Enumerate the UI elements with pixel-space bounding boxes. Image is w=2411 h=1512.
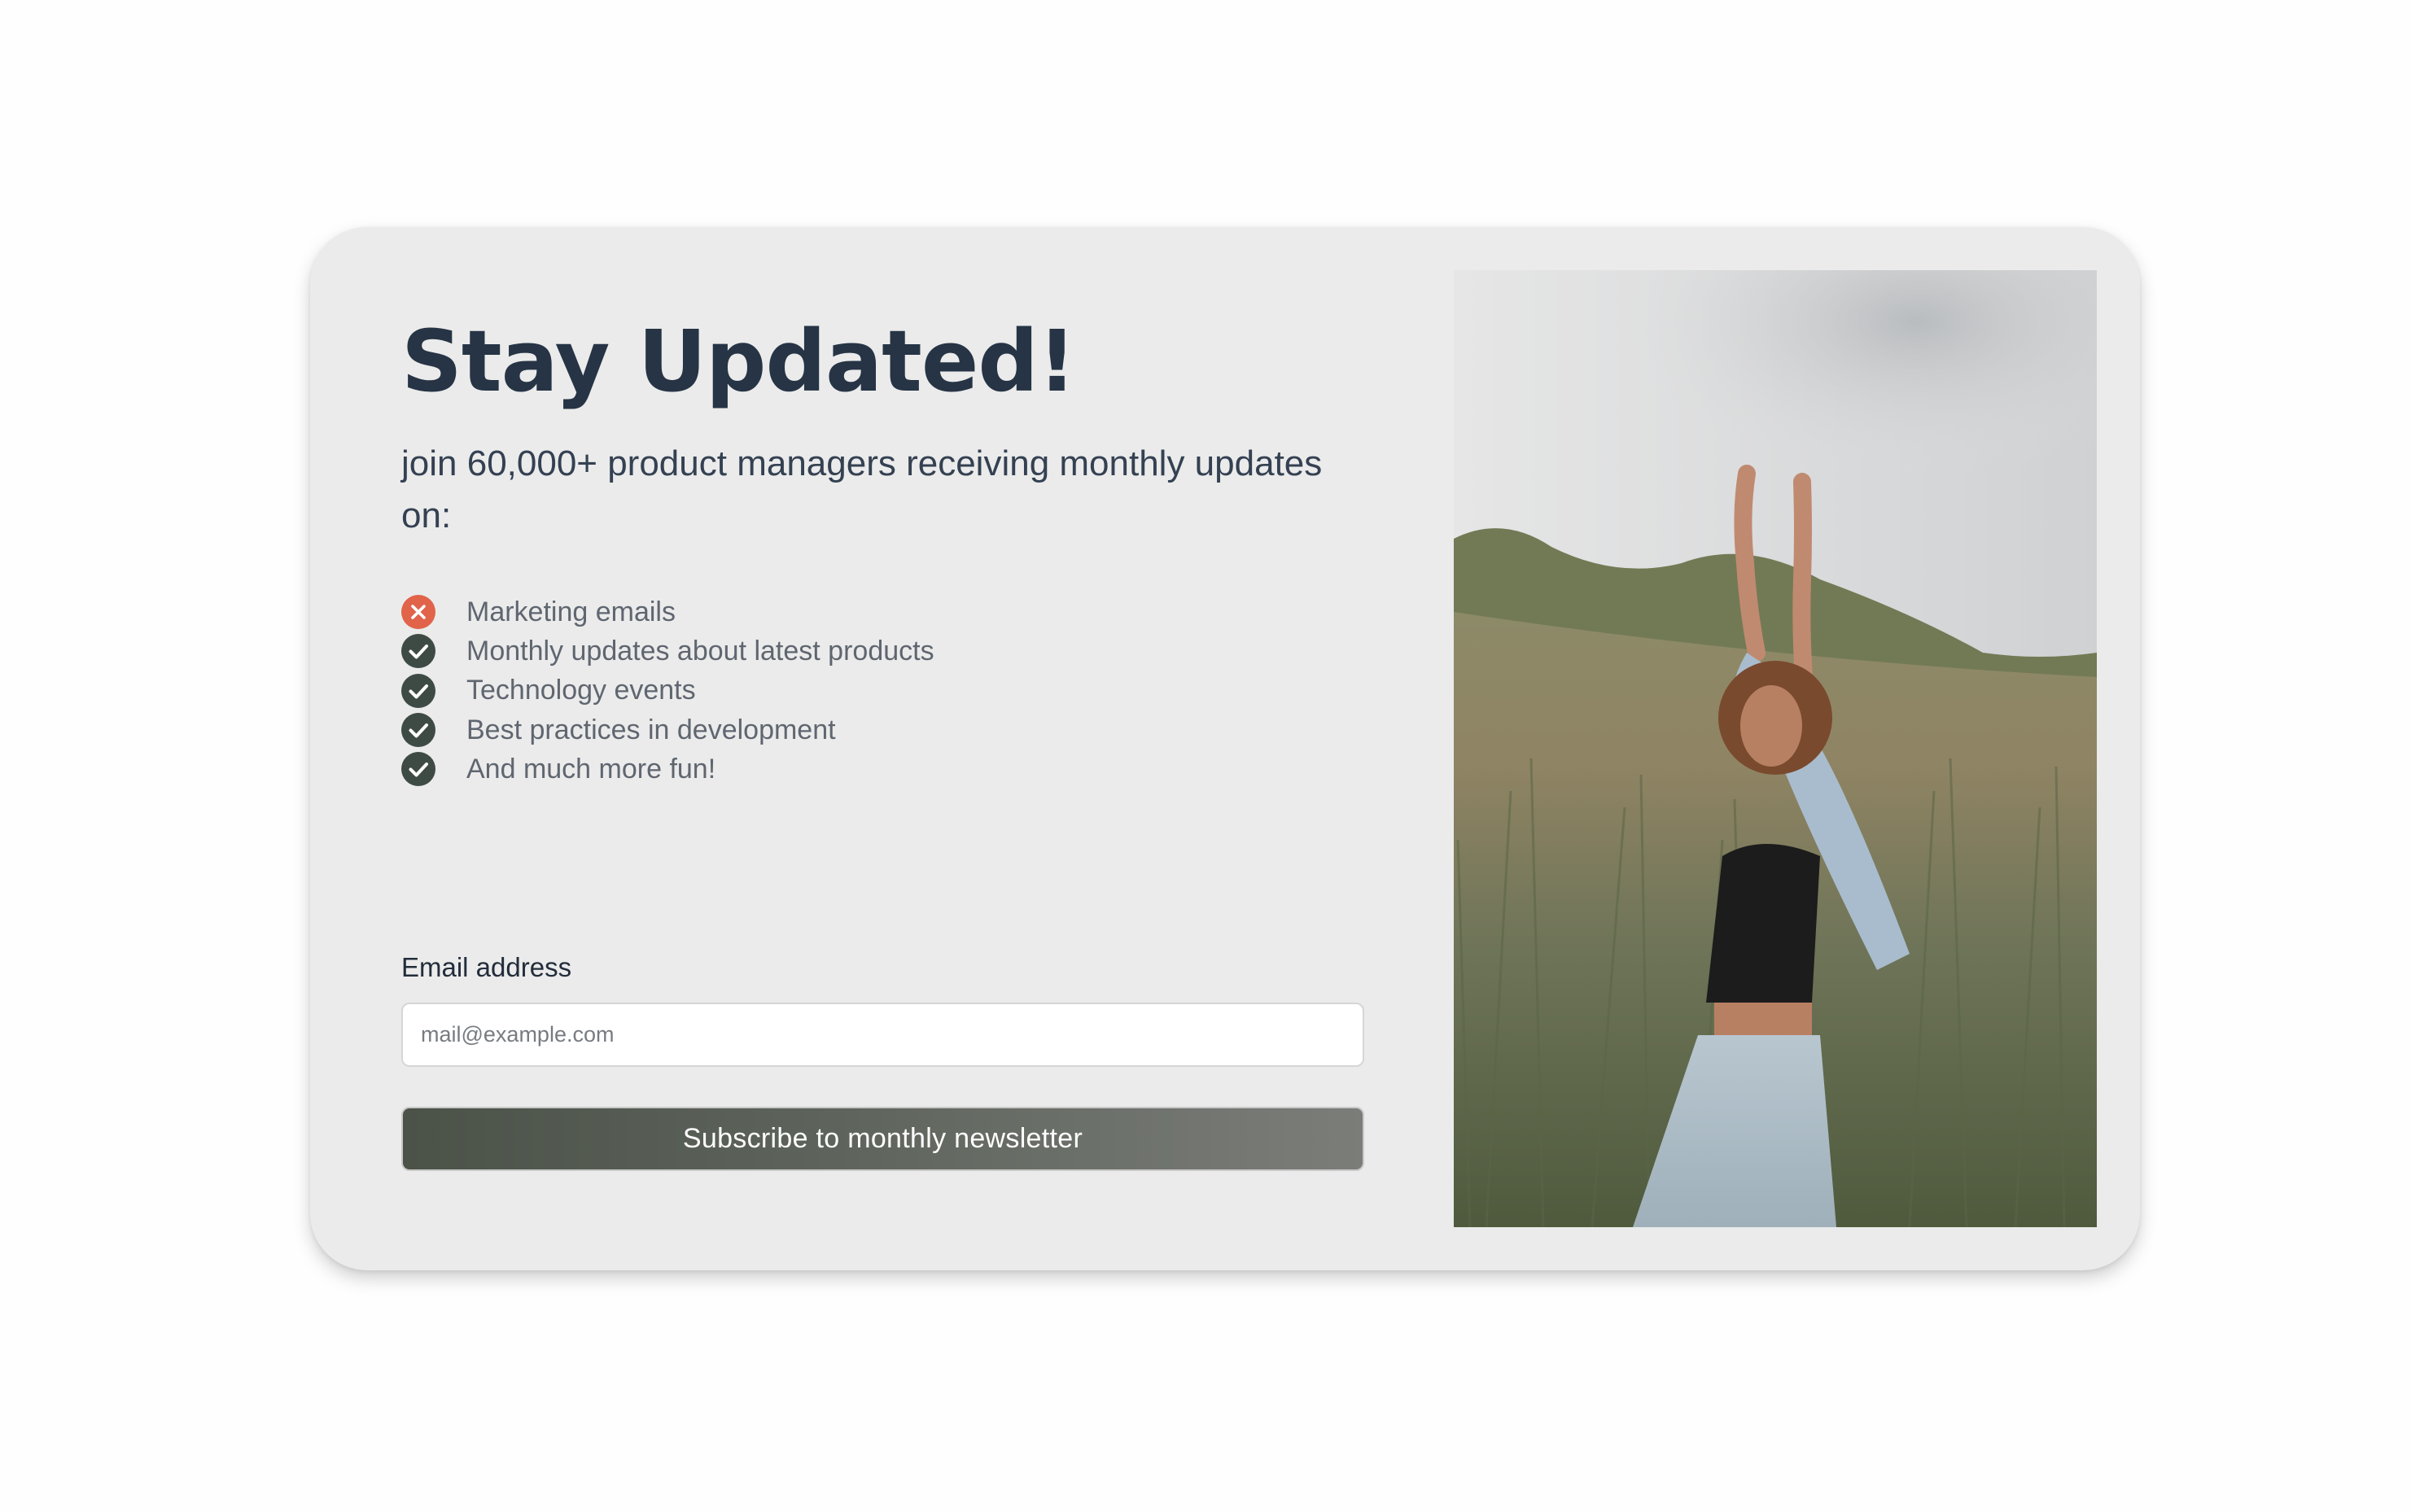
- list-item-label: And much more fun!: [466, 753, 716, 784]
- list-item: Monthly updates about latest products: [401, 631, 934, 671]
- check-circle-icon: [401, 673, 435, 708]
- check-circle-icon: [401, 634, 435, 669]
- list-item: Marketing emails: [401, 592, 934, 631]
- list-item-label: Monthly updates about latest products: [466, 635, 934, 666]
- list-item: Technology events: [401, 671, 934, 710]
- check-circle-icon: [401, 752, 435, 787]
- subscribe-button[interactable]: Subscribe to monthly newsletter: [401, 1107, 1364, 1171]
- subtitle: join 60,000+ product managers receiving …: [401, 444, 1323, 535]
- list-item: Best practices in development: [401, 710, 934, 749]
- list-item-label: Marketing emails: [466, 596, 676, 627]
- list-item-label: Best practices in development: [466, 714, 836, 745]
- newsletter-card: Stay Updated! join 60,000+ product manag…: [310, 227, 2140, 1270]
- page-title: Stay Updated!: [401, 312, 1076, 411]
- email-field[interactable]: [401, 1003, 1364, 1067]
- x-circle-icon: [401, 595, 435, 630]
- email-label: Email address: [401, 952, 572, 982]
- feature-list: Marketing emails Monthly updates about l…: [401, 592, 934, 789]
- list-item: And much more fun!: [401, 749, 934, 789]
- hero-photo: [1454, 270, 2097, 1227]
- newsletter-form-panel: Stay Updated! join 60,000+ product manag…: [401, 227, 1364, 1270]
- list-item-label: Technology events: [466, 675, 696, 706]
- check-circle-icon: [401, 713, 435, 748]
